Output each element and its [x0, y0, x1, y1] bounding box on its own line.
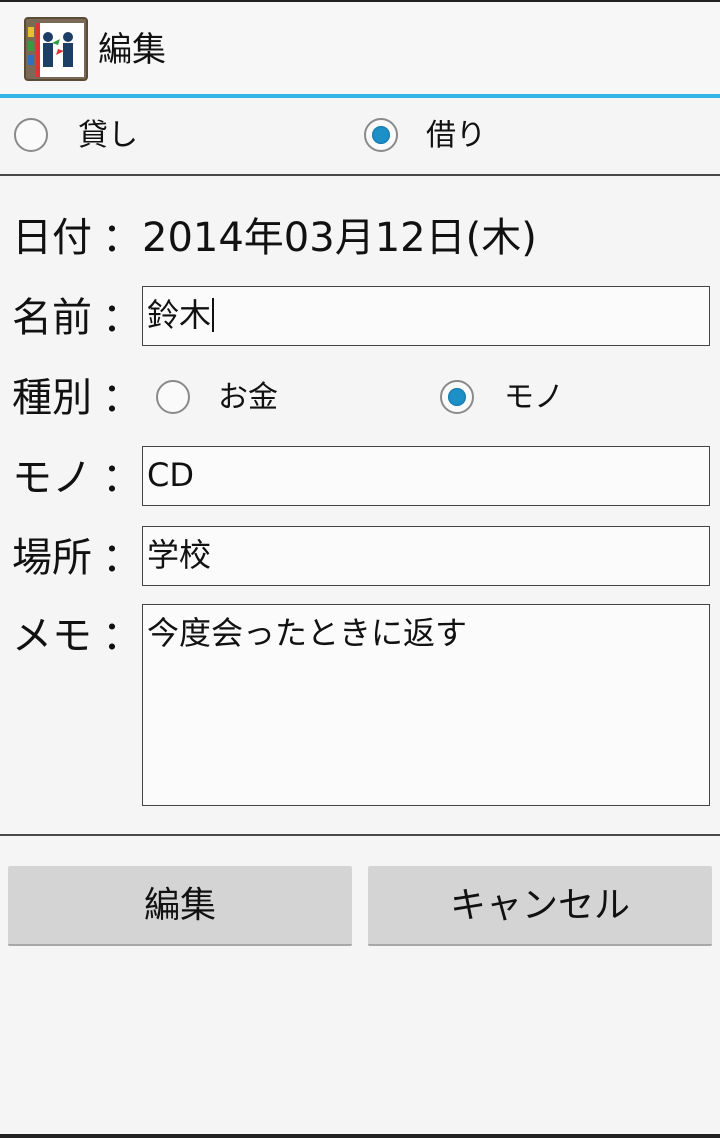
- item-input[interactable]: CD: [142, 446, 710, 506]
- memo-label: メモ：: [12, 613, 142, 659]
- text-caret: [212, 298, 215, 332]
- top-divider: [0, 174, 720, 176]
- radio-lend-label: 貸し: [78, 118, 138, 153]
- radio-money-label: お金: [218, 380, 278, 415]
- date-label: 日付：: [12, 215, 142, 261]
- memo-textarea[interactable]: 今度会ったときに返す: [142, 604, 710, 806]
- place-label: 場所：: [12, 535, 142, 581]
- name-input[interactable]: 鈴木: [142, 286, 710, 346]
- radio-lend[interactable]: [14, 118, 48, 152]
- date-value[interactable]: 2014年03月12日(木): [142, 214, 537, 262]
- name-label: 名前：: [12, 295, 142, 341]
- radio-money[interactable]: [156, 380, 190, 414]
- cancel-button[interactable]: キャンセル: [368, 866, 712, 946]
- radio-goods[interactable]: [440, 380, 474, 414]
- radio-goods-label: モノ: [504, 380, 564, 415]
- place-input[interactable]: 学校: [142, 526, 710, 586]
- radio-borrow[interactable]: [364, 118, 398, 152]
- bottom-divider: [0, 834, 720, 836]
- page-title: 編集: [98, 30, 166, 70]
- nav-line: [0, 1134, 720, 1138]
- edit-button[interactable]: 編集: [8, 866, 352, 946]
- item-label: モノ：: [12, 455, 142, 501]
- radio-borrow-label: 借り: [426, 118, 486, 153]
- action-bar: 編集: [0, 2, 720, 94]
- app-logo-icon: [24, 17, 88, 81]
- kind-label: 種別：: [12, 375, 142, 421]
- action-bar-divider: [0, 94, 720, 98]
